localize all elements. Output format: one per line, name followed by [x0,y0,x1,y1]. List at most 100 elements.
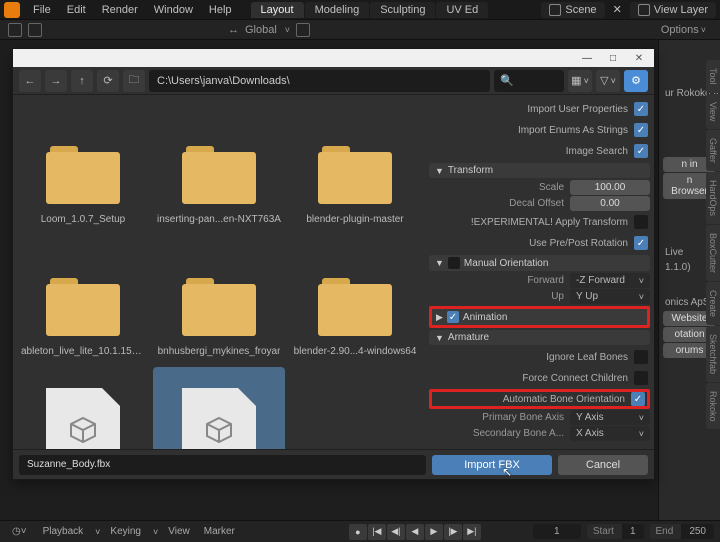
jump-start-icon[interactable]: |◀ [368,524,386,540]
import-fbx-button[interactable]: Import FBX↖ [432,455,552,475]
vtab-rokoko[interactable]: Rokoko [706,383,720,430]
options-dropdown[interactable]: Options˅ [655,22,712,38]
new-folder-icon[interactable]: 🗀 [123,70,145,92]
filename-input[interactable]: Suzanne_Body.fbx [19,455,426,475]
timeline-view-menu[interactable]: View [164,524,194,539]
opt-auto-bone-orient: Automatic Bone Orientation [503,394,625,405]
keyframe-prev-icon[interactable]: ◀| [387,524,405,540]
checkbox-image-search[interactable]: ✓ [634,144,648,158]
checkbox-apply-transform[interactable]: ✓ [634,215,648,229]
vtab-hardops[interactable]: HardOps [706,172,720,224]
file-item-fbx-selected[interactable]: Suzanne_Body.fbx [153,367,285,449]
tab-layout[interactable]: Layout [251,2,304,18]
viewlayer-selector[interactable]: View Layer [630,2,716,18]
maximize-icon[interactable]: □ [602,51,624,65]
close-icon[interactable]: ✕ [628,51,650,65]
disclosure-triangle-icon: ▼ [435,166,444,176]
scene-close-icon[interactable]: ✕ [609,3,626,16]
tab-modeling[interactable]: Modeling [305,2,370,18]
search-input[interactable]: 🔍 [494,70,564,92]
minimize-icon[interactable]: — [576,51,598,65]
vtab-sketchfab[interactable]: Sketchfab [706,326,720,382]
file-nav-bar: ← → ↑ ⟳ 🗀 C:\Users\janva\Downloads\ 🔍 ▦˅… [13,67,654,95]
up-dropdown[interactable]: Y Up˅ [570,289,650,304]
chevron-down-icon: ˅ [285,25,290,35]
menu-edit[interactable]: Edit [60,2,93,18]
nav-refresh-icon[interactable]: ⟳ [97,70,119,92]
select-tool-icon[interactable] [28,23,42,37]
settings-gear-icon[interactable]: ⚙ [624,70,648,92]
cursor-tool-icon[interactable] [8,23,22,37]
folder-item[interactable]: bnhusbergi_mykines_froyar [153,235,285,363]
cancel-button[interactable]: Cancel [558,455,648,475]
opt-import-enums: Import Enums As Strings [518,125,628,136]
folder-icon [318,278,392,336]
keyframe-next-icon[interactable]: |▶ [444,524,462,540]
decal-field[interactable]: 0.00 [570,196,650,211]
file-item-fbx[interactable]: Flip Kick.fbx [17,367,149,449]
vtab-view[interactable]: View [706,94,720,129]
vtab-gaffer[interactable]: Gaffer [706,130,720,171]
path-input[interactable]: C:\Users\janva\Downloads\ [149,70,490,92]
folder-item[interactable]: inserting-pan...en-NXT763A [153,103,285,231]
opt-force-connect: Force Connect Children [522,373,628,384]
jump-end-icon[interactable]: ▶| [463,524,481,540]
primary-axis-dropdown[interactable]: Y Axis˅ [570,410,650,425]
checkbox-user-props[interactable]: ✓ [634,102,648,116]
snap-icon[interactable] [296,23,310,37]
checkbox-prepost[interactable]: ✓ [634,236,648,250]
display-mode-icon[interactable]: ▦˅ [568,70,592,92]
transform-panel-header[interactable]: ▼Transform [429,163,650,178]
orientation-value[interactable]: Global [245,24,277,36]
armature-panel-header[interactable]: ▼Armature [429,330,650,345]
menu-help[interactable]: Help [202,2,239,18]
current-frame-field[interactable]: 1 [533,524,581,539]
folder-item[interactable]: ableton_live_lite_10.1.15_64 [17,235,149,363]
vtab-tool[interactable]: Tool [706,60,720,93]
menu-window[interactable]: Window [147,2,200,18]
nav-up-icon[interactable]: ↑ [71,70,93,92]
frame-end-field[interactable]: End250 [650,524,714,539]
filter-icon[interactable]: ▽˅ [596,70,620,92]
vtab-boxcutter[interactable]: BoxCutter [706,225,720,281]
tab-sculpting[interactable]: Sculpting [370,2,435,18]
vtab-create[interactable]: Create [706,282,720,325]
orientation-label: ↔ [228,24,239,36]
dialog-footer: Suzanne_Body.fbx Import FBX↖ Cancel [13,449,654,479]
scale-field[interactable]: 100.00 [570,180,650,195]
folder-item[interactable]: blender-plugin-master [289,103,421,231]
forward-dropdown[interactable]: -Z Forward˅ [570,273,650,288]
autokeying-icon[interactable]: ● [349,524,367,540]
checkbox-ignore-leaf[interactable]: ✓ [634,350,648,364]
folder-item[interactable]: Loom_1.0.7_Setup [17,103,149,231]
tab-uv[interactable]: UV Ed [436,2,488,18]
manual-orientation-header[interactable]: ▼Manual Orientation [429,255,650,271]
folder-icon [318,146,392,204]
timeline-editor-icon[interactable]: ◷˅ [6,524,33,539]
nav-back-icon[interactable]: ← [19,70,41,92]
import-options-panel: Import User Properties✓ Import Enums As … [425,95,654,449]
folder-item[interactable]: blender-2.90...4-windows64 [289,235,421,363]
secondary-axis-label: Secondary Bone A... [473,428,564,439]
secondary-axis-dropdown[interactable]: X Axis˅ [570,426,650,441]
checkbox-auto-bone[interactable]: ✓ [631,392,645,406]
nav-forward-icon[interactable]: → [45,70,67,92]
animation-panel-header[interactable]: ▶✓Animation [429,306,650,328]
play-reverse-icon[interactable]: ◀ [406,524,424,540]
playback-menu[interactable]: Playback [39,524,88,539]
menu-render[interactable]: Render [95,2,145,18]
scene-selector[interactable]: Scene [541,2,604,18]
menu-file[interactable]: File [26,2,58,18]
marker-menu[interactable]: Marker [200,524,239,539]
checkbox-animation[interactable]: ✓ [447,311,459,323]
checkbox-force-connect[interactable]: ✓ [634,371,648,385]
play-icon[interactable]: ▶ [425,524,443,540]
checkbox-enums[interactable]: ✓ [634,123,648,137]
frame-start-field[interactable]: Start1 [587,524,644,539]
window-titlebar: — □ ✕ [13,49,654,67]
keying-menu[interactable]: Keying [106,524,145,539]
checkbox-manual-orientation[interactable] [448,257,460,269]
transport-controls: ● |◀ ◀| ◀ ▶ |▶ ▶| [349,524,481,540]
dialog-body: Loom_1.0.7_Setup inserting-pan...en-NXT7… [13,95,654,449]
opt-image-search: Image Search [566,146,628,157]
